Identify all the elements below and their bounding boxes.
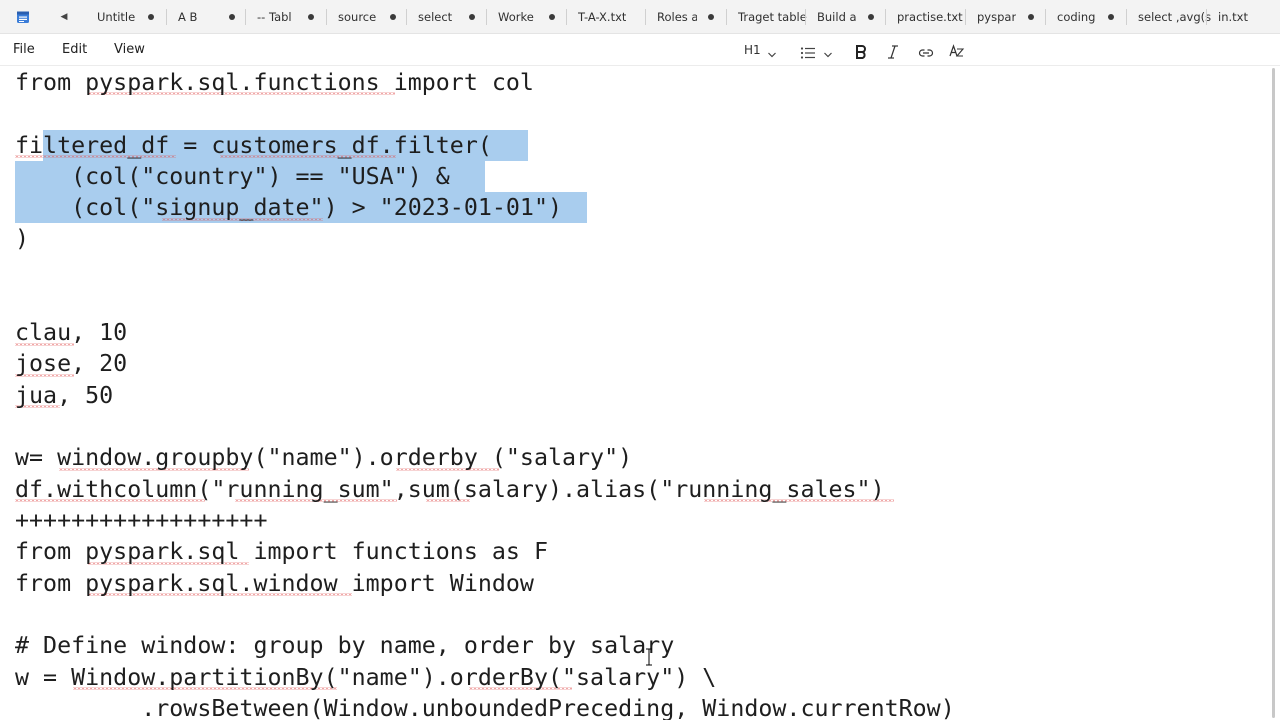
tab-item[interactable]: source xyxy=(338,0,398,34)
tab-label: -- Tabl xyxy=(257,10,292,24)
editor-line[interactable]: from pyspark.sql.functions import col xyxy=(15,67,534,98)
tab-separator xyxy=(406,9,407,25)
editor-line[interactable]: .rowsBetween(Window.unboundedPreceding, … xyxy=(15,693,955,720)
tab-label: T-A-X.txt xyxy=(578,10,627,24)
editor-line[interactable]: filtered_df = customers_df.filter( xyxy=(15,130,492,161)
unsaved-dot-icon[interactable] xyxy=(469,14,475,20)
tab-scroll-left-icon[interactable]: ◀ xyxy=(58,11,70,23)
tab-separator xyxy=(1126,9,1127,25)
tab-separator xyxy=(645,9,646,25)
tab-separator xyxy=(166,9,167,25)
vertical-scrollbar[interactable] xyxy=(1268,66,1280,720)
tab-item[interactable]: Roles a xyxy=(657,0,716,34)
menu-view[interactable]: View xyxy=(114,42,145,57)
editor-line[interactable]: clau, 10 xyxy=(15,317,127,348)
unsaved-dot-icon[interactable] xyxy=(229,14,235,20)
editor-line[interactable]: ++++++++++++++++++ xyxy=(15,505,267,536)
text-cursor-icon xyxy=(646,648,652,666)
unsaved-dot-icon[interactable] xyxy=(1028,14,1034,20)
tab-bar: ◀ Untitle A B -- Tabl source select Worke T-A-… xyxy=(0,0,1280,34)
unsaved-dot-icon[interactable] xyxy=(390,14,396,20)
tab-label: select ,avg(s xyxy=(1138,10,1212,24)
tab-item[interactable]: T-A-X.txt xyxy=(578,0,648,34)
tab-item[interactable]: A B xyxy=(178,0,237,34)
tab-item[interactable]: in.txt xyxy=(1218,0,1258,34)
tab-label: pyspar xyxy=(977,10,1017,24)
tab-label: Traget table xyxy=(738,10,807,24)
menu-bar: File Edit View H1 xyxy=(0,34,1280,66)
unsaved-dot-icon[interactable] xyxy=(308,14,314,20)
tab-separator xyxy=(726,9,727,25)
tab-separator xyxy=(1206,9,1207,25)
tab-separator xyxy=(245,9,246,25)
list-chevron-down-icon[interactable] xyxy=(823,45,833,65)
unsaved-dot-icon[interactable] xyxy=(708,14,714,20)
unsaved-dot-icon[interactable] xyxy=(549,14,555,20)
editor-line[interactable]: (col("signup_date") > "2023-01-01") xyxy=(15,192,562,223)
heading-chevron-down-icon[interactable] xyxy=(767,45,777,65)
tab-label: Worke xyxy=(498,10,534,24)
tab-label: coding xyxy=(1057,10,1096,24)
editor-line[interactable]: df.withcolumn("running_sum",sum(salary).… xyxy=(15,474,885,505)
editor-line[interactable]: w = Window.partitionBy("name").orderBy("… xyxy=(15,662,716,693)
tab-separator xyxy=(566,9,567,25)
text-editor[interactable]: from pyspark.sql.functions import col fil… xyxy=(0,66,1268,720)
heading-dropdown[interactable]: H1 xyxy=(744,40,761,60)
editor-line[interactable]: jua, 50 xyxy=(15,380,113,411)
tab-item[interactable]: select ,avg(s xyxy=(1138,0,1212,34)
editor-line[interactable]: w= window.groupby("name").orderby ("sala… xyxy=(15,442,632,473)
tab-label: Roles a xyxy=(657,10,697,24)
tab-label: Untitle xyxy=(97,10,136,24)
tab-label: practise.txt xyxy=(897,10,963,24)
notepad-app-icon xyxy=(17,11,29,23)
tab-item[interactable]: Traget table xyxy=(738,0,810,34)
menu-file[interactable]: File xyxy=(13,42,35,57)
tab-label: A B xyxy=(178,10,198,24)
tab-separator xyxy=(885,9,886,25)
bold-icon[interactable] xyxy=(855,42,867,62)
tab-item[interactable]: Untitle xyxy=(97,0,156,34)
editor-line[interactable]: (col("country") == "USA") & xyxy=(15,161,450,192)
editor-line[interactable]: # Define window: group by name, order by… xyxy=(15,630,674,661)
list-icon[interactable] xyxy=(800,43,816,63)
italic-icon[interactable] xyxy=(887,42,899,62)
tab-separator xyxy=(965,9,966,25)
unsaved-dot-icon[interactable] xyxy=(148,14,154,20)
heading-label: H1 xyxy=(744,43,761,57)
tab-label: source xyxy=(338,10,377,24)
scrollbar-thumb[interactable] xyxy=(1272,68,1275,718)
spellcheck-icon[interactable] xyxy=(949,42,965,62)
tab-item[interactable]: Build a xyxy=(817,0,876,34)
tab-item[interactable]: practise.txt xyxy=(897,0,967,34)
tab-label: Build a xyxy=(817,10,857,24)
tab-separator xyxy=(1045,9,1046,25)
tab-item[interactable]: -- Tabl xyxy=(257,0,316,34)
tab-item[interactable]: pyspar xyxy=(977,0,1036,34)
unsaved-dot-icon[interactable] xyxy=(868,14,874,20)
tab-item[interactable]: Worke xyxy=(498,0,557,34)
tab-label: in.txt xyxy=(1218,10,1248,24)
editor-line[interactable]: from pyspark.sql import functions as F xyxy=(15,536,548,567)
tab-item[interactable]: select xyxy=(418,0,477,34)
link-icon[interactable] xyxy=(918,43,934,63)
menu-edit[interactable]: Edit xyxy=(62,42,87,57)
tab-item[interactable]: coding xyxy=(1057,0,1116,34)
editor-line[interactable]: from pyspark.sql.window import Window xyxy=(15,568,534,599)
tab-label: select xyxy=(418,10,453,24)
tab-separator xyxy=(805,9,806,25)
tab-separator xyxy=(326,9,327,25)
editor-line[interactable]: jose, 20 xyxy=(15,348,127,379)
editor-line[interactable]: ) xyxy=(15,223,29,254)
tab-separator xyxy=(486,9,487,25)
unsaved-dot-icon[interactable] xyxy=(1108,14,1114,20)
